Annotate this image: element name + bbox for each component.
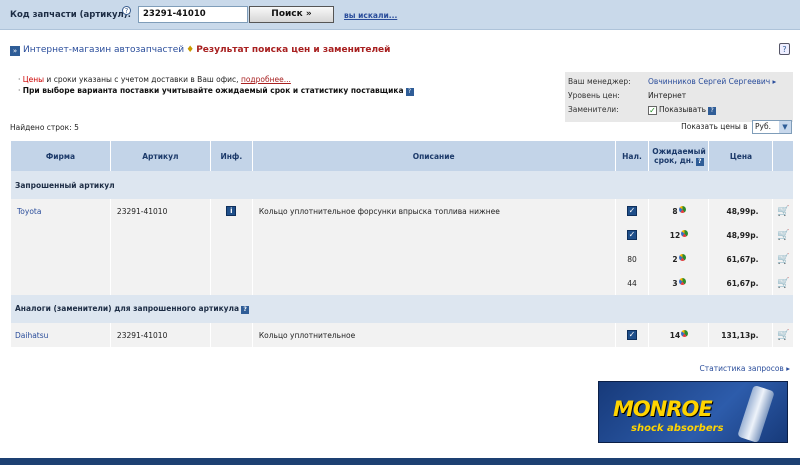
- article-cell: 23291-41010: [109, 323, 211, 347]
- search-history-link[interactable]: вы искали...: [344, 11, 397, 20]
- question-icon[interactable]: ?: [241, 306, 250, 314]
- article-cell: 23291-41010: [109, 199, 211, 295]
- group-requested: Запрошенный артикул: [10, 171, 793, 199]
- stock-value: 80: [614, 247, 649, 271]
- description-cell: Кольцо уплотнительное форсунки впрыска т…: [251, 199, 615, 295]
- table-row: Toyota 23291-41010 i Кольцо уплотнительн…: [10, 199, 793, 295]
- info-cell: [209, 323, 253, 347]
- col-article: Артикул: [109, 141, 211, 171]
- currency-selector: Показать цены в Руб. ▼: [681, 120, 792, 134]
- chevron-down-icon: ▼: [779, 121, 791, 133]
- show-substitutes-label: Показывать: [659, 105, 707, 114]
- in-stock-checkbox[interactable]: ✓: [626, 330, 637, 340]
- manager-label: Ваш менеджер:: [568, 77, 631, 86]
- price-value: 61,67р.: [726, 278, 759, 288]
- firm-link[interactable]: Daihatsu: [15, 331, 48, 340]
- price-value: 61,67р.: [726, 254, 759, 264]
- description-cell: Кольцо уплотнительное: [251, 323, 615, 347]
- currency-label: Показать цены в: [681, 122, 748, 131]
- part-number-input[interactable]: 23291-41010: [138, 6, 248, 23]
- search-bar: Код запчасти (артикул): ? 23291-41010 По…: [0, 0, 800, 30]
- prices-note: и сроки указаны с учетом доставки в Ваш …: [44, 75, 241, 84]
- days-value: 14: [669, 331, 681, 340]
- shock-absorber-icon: [737, 384, 775, 442]
- search-button[interactable]: Поиск »: [249, 6, 334, 23]
- price-level-label: Уровень цен:: [568, 91, 620, 100]
- banner-brand: MONROE: [613, 397, 713, 421]
- footer-bar: [0, 458, 800, 465]
- cart-icon[interactable]: 🛒: [777, 206, 789, 217]
- supplier-stats-icon[interactable]: [681, 330, 689, 337]
- days-value: 12: [669, 231, 681, 240]
- days-value: 8: [672, 207, 678, 216]
- banner-subtitle: shock absorbers: [631, 423, 724, 434]
- prices-note-highlight: Цены: [22, 75, 45, 84]
- question-icon[interactable]: ?: [405, 88, 414, 96]
- in-stock-checkbox[interactable]: ✓: [626, 230, 637, 240]
- cart-icon[interactable]: 🛒: [777, 230, 789, 241]
- question-icon[interactable]: ?: [695, 157, 704, 166]
- stock-value: 44: [614, 271, 649, 295]
- supplier-stats-icon[interactable]: [678, 254, 686, 261]
- col-cart: [772, 141, 793, 171]
- page-heading: Результат поиска цен и заменителей: [196, 45, 391, 55]
- col-expected: Ожидаемый срок, дн.?: [648, 141, 709, 171]
- cart-icon[interactable]: 🛒: [777, 254, 789, 265]
- breadcrumb-link[interactable]: Интернет-магазин автозапчастей: [23, 45, 184, 55]
- notes: · Цены и сроки указаны с учетом доставки…: [18, 74, 414, 96]
- results-table: Фирма Артикул Инф. Описание Нал. Ожидаем…: [10, 141, 793, 347]
- breadcrumb-separator: ♦: [186, 45, 195, 55]
- search-label: Код запчасти (артикул):: [10, 10, 132, 20]
- days-value: 3: [672, 279, 678, 288]
- cart-icon[interactable]: 🛒: [777, 330, 789, 341]
- firm-cell: Toyota: [10, 199, 111, 295]
- rows-found: Найдено строк: 5: [10, 123, 79, 132]
- manager-link[interactable]: Овчинников Сергей Сергеевич ▸: [648, 77, 776, 86]
- col-firm: Фирма: [10, 141, 111, 171]
- price-level-value: Интернет: [648, 91, 687, 100]
- supplier-note: При выборе варианта поставки учитывайте …: [22, 86, 404, 95]
- cart-icon[interactable]: 🛒: [777, 278, 789, 289]
- supplier-stats-icon[interactable]: [678, 206, 686, 213]
- days-value: 2: [672, 255, 678, 264]
- col-description: Описание: [251, 141, 615, 171]
- table-row: Daihatsu 23291-41010 Кольцо уплотнительн…: [10, 323, 793, 347]
- help-icon[interactable]: ?: [779, 43, 790, 55]
- monroe-banner[interactable]: MONROE shock absorbers: [598, 381, 788, 443]
- help-icon[interactable]: ?: [122, 6, 131, 15]
- currency-select[interactable]: Руб. ▼: [752, 120, 792, 134]
- price-value: 48,99р.: [726, 206, 759, 216]
- price-value: 48,99р.: [726, 230, 759, 240]
- price-value: 131,13р.: [721, 330, 759, 340]
- supplier-stats-icon[interactable]: [681, 230, 689, 237]
- request-stats-link[interactable]: Статистика запросов ▸: [700, 364, 790, 373]
- double-chevron-icon: »: [10, 46, 20, 56]
- more-link[interactable]: подробнее...: [241, 75, 291, 84]
- firm-link[interactable]: Toyota: [17, 207, 41, 216]
- group-analogs: Аналоги (заменители) для запрошенного ар…: [10, 295, 793, 323]
- in-stock-checkbox[interactable]: ✓: [626, 206, 637, 216]
- show-substitutes-checkbox[interactable]: ✓: [648, 106, 657, 115]
- substitutes-label: Заменители:: [568, 105, 619, 114]
- supplier-stats-icon[interactable]: [678, 278, 686, 285]
- col-price: Цена: [708, 141, 773, 171]
- info-icon[interactable]: i: [226, 206, 237, 216]
- question-icon[interactable]: ?: [708, 107, 717, 115]
- page-title: » Интернет-магазин автозапчастей ♦ Результа…: [10, 45, 390, 56]
- col-info: Инф.: [209, 141, 253, 171]
- col-stock: Нал.: [614, 141, 649, 171]
- manager-panel: Ваш менеджер: Овчинников Сергей Сергеевич…: [565, 72, 793, 122]
